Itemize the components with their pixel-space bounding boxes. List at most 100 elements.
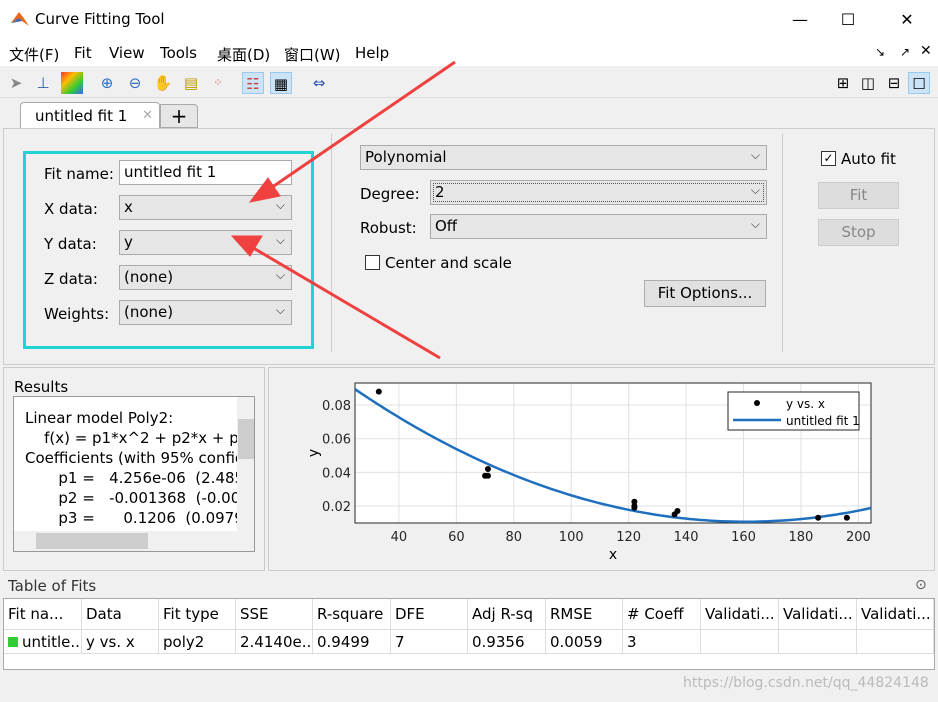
x-tick-label: 120	[616, 530, 641, 545]
menu-view[interactable]: View	[109, 44, 145, 62]
stop-button[interactable]: Stop	[818, 219, 899, 246]
x-tick-label: 200	[846, 530, 871, 545]
table-cell[interactable]	[701, 630, 779, 654]
fit-type-select[interactable]: Polynomial ⌵	[360, 145, 767, 170]
center-scale-checkbox[interactable]	[365, 255, 380, 270]
divider	[331, 134, 332, 352]
table-cell[interactable]: 0.0059	[546, 630, 623, 654]
scrollbar-thumb[interactable]	[238, 419, 254, 459]
column-header[interactable]: Validati...	[857, 599, 934, 630]
table-title: Table of Fits	[8, 577, 97, 595]
column-header[interactable]: # Coeff	[623, 599, 701, 630]
fit-color-icon	[8, 637, 18, 647]
grid-icon[interactable]: ▦	[270, 72, 292, 94]
legend-icon[interactable]: ☷	[242, 72, 264, 94]
column-header[interactable]: Adj R-sq	[468, 599, 546, 630]
x-tick-label: 140	[674, 530, 699, 545]
column-header[interactable]: Data	[82, 599, 159, 630]
menu-tools[interactable]: Tools	[160, 44, 197, 62]
close-button[interactable]: ✕	[892, 6, 922, 34]
table-of-fits: Fit na... untitle... Data y vs. x Fit type po…	[3, 598, 935, 670]
y-tick-label: 0.06	[322, 433, 351, 448]
vertical-scrollbar[interactable]	[237, 397, 254, 531]
table-cell[interactable]	[857, 630, 934, 654]
x-axis-label: x	[609, 547, 617, 563]
menu-help[interactable]: Help	[355, 44, 389, 62]
degree-value: 2	[435, 183, 445, 201]
table-cell[interactable]: y vs. x	[82, 630, 159, 654]
results-text[interactable]: Linear model Poly2: f(x) = p1*x^2 + p2*x…	[13, 396, 255, 552]
horizontal-scrollbar[interactable]	[14, 531, 254, 551]
close-panel-icon[interactable]: ✕	[920, 43, 932, 59]
y-tick-label: 0.04	[322, 466, 351, 481]
menu-bar: 文件(F) Fit View Tools 桌面(D) 窗口(W) Help ↘ …	[0, 40, 938, 66]
data-point	[674, 508, 681, 515]
window-title: Curve Fitting Tool	[35, 10, 165, 28]
fit-plot[interactable]: 40 60 80 100 120 140 160 180 200 0.02 0.04 0.06 0.08…	[268, 367, 935, 571]
table-cell[interactable]: untitle...	[4, 630, 82, 654]
table-cell[interactable]: poly2	[159, 630, 236, 654]
colormap-icon[interactable]	[61, 72, 83, 94]
data-cursor-3d-icon[interactable]: ⊥	[32, 72, 54, 94]
y-axis-label: y	[306, 449, 322, 457]
robust-select[interactable]: Off ⌵	[430, 214, 767, 239]
axes-limits-icon[interactable]: ⇔	[308, 72, 330, 94]
pan-icon[interactable]: ➤	[5, 72, 27, 94]
tile-rows-icon[interactable]: ⊟	[883, 72, 905, 94]
column-header[interactable]: SSE	[236, 599, 313, 630]
fit-button[interactable]: Fit	[818, 182, 899, 209]
table-cell[interactable]: 2.4140e...	[236, 630, 313, 654]
auto-fit-label: Auto fit	[841, 150, 896, 168]
degree-select[interactable]: 2 ⌵	[430, 180, 767, 205]
menu-fit[interactable]: Fit	[74, 44, 92, 62]
divider	[782, 134, 783, 352]
data-point	[815, 514, 822, 521]
single-view-icon[interactable]: ☐	[908, 72, 930, 94]
table-cell[interactable]: 3	[623, 630, 701, 654]
column-header[interactable]: RMSE	[546, 599, 623, 630]
tab-close-icon[interactable]: ✕	[142, 108, 153, 123]
column-header[interactable]: Validati...	[701, 599, 779, 630]
chevron-down-icon: ⌵	[750, 148, 760, 162]
column-header[interactable]: Fit na...	[4, 599, 82, 630]
panel-menu-icon[interactable]: ⊙	[915, 577, 927, 593]
menu-desktop[interactable]: 桌面(D)	[217, 44, 270, 65]
fit-options-button[interactable]: Fit Options...	[644, 280, 766, 307]
x-tick-label: 80	[506, 530, 523, 545]
table-cell[interactable]: 0.9356	[468, 630, 546, 654]
add-tab-button[interactable]: +	[160, 104, 198, 128]
menu-file[interactable]: 文件(F)	[9, 44, 59, 65]
tab-untitled-fit-1[interactable]: untitled fit 1 ✕	[20, 102, 160, 128]
column-header[interactable]: R-square	[313, 599, 391, 630]
column-header[interactable]: DFE	[391, 599, 468, 630]
x-tick-label: 100	[559, 530, 584, 545]
table-cell[interactable]: 0.9499	[313, 630, 391, 654]
data-tip-icon[interactable]: ▤	[180, 72, 202, 94]
results-line: Coefficients (with 95% confidence bounds…	[25, 449, 254, 467]
chevron-down-icon: ⌵	[750, 217, 760, 231]
results-line: p1 = 4.256e-06 (2.485e	[25, 469, 254, 487]
results-line: Linear model Poly2:	[25, 409, 174, 427]
table-cell[interactable]	[779, 630, 857, 654]
results-title: Results	[14, 378, 69, 396]
auto-fit-checkbox[interactable]: ✓	[821, 151, 836, 166]
maximize-button[interactable]: ☐	[833, 6, 863, 34]
column-header[interactable]: Fit type	[159, 599, 236, 630]
scrollbar-thumb[interactable]	[36, 533, 148, 549]
column-header[interactable]: Validati...	[779, 599, 857, 630]
zoom-in-icon[interactable]: ⊕	[96, 72, 118, 94]
hand-pan-icon[interactable]: ✋	[152, 72, 174, 94]
exclude-outliers-icon[interactable]: ⁘	[207, 72, 229, 94]
x-tick-label: 180	[789, 530, 814, 545]
table-cell[interactable]: 7	[391, 630, 468, 654]
undock-icon[interactable]: ↘	[875, 45, 885, 59]
minimize-button[interactable]: —	[785, 6, 815, 34]
tile-columns-icon[interactable]: ◫	[857, 72, 879, 94]
data-point	[484, 465, 491, 472]
menu-window[interactable]: 窗口(W)	[284, 44, 341, 65]
data-point	[375, 388, 382, 395]
dock-icon[interactable]: ↗	[900, 45, 910, 59]
tile-2x2-icon[interactable]: ⊞	[832, 72, 854, 94]
results-line: p2 = -0.001368 (-0.0017	[25, 489, 255, 507]
zoom-out-icon[interactable]: ⊖	[124, 72, 146, 94]
